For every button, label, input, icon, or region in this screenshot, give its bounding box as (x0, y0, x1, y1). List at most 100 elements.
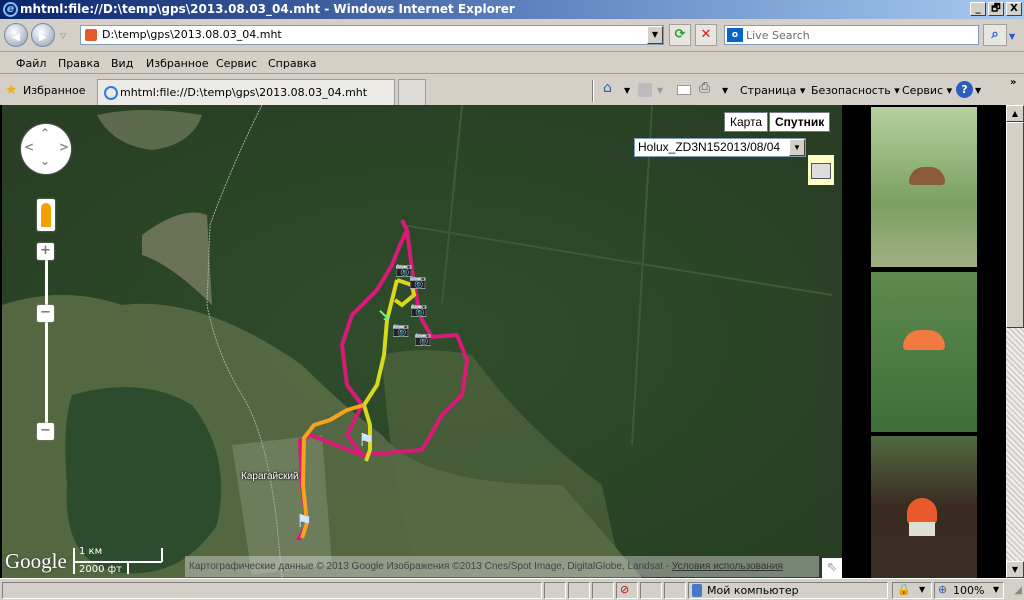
scroll-down-button[interactable]: ▼ (1006, 561, 1024, 578)
map-type-satellite-button[interactable]: Спутник (769, 112, 831, 132)
menu-edit[interactable]: Правка (58, 57, 100, 70)
photos-0[interactable] (871, 107, 977, 267)
protected-mode-dropdown[interactable]: ▼ (919, 585, 925, 594)
menu-help[interactable]: Справка (268, 57, 316, 70)
security-zone-pane[interactable]: Мой компьютер (688, 582, 888, 599)
scale-imperial: 2000 фт (79, 564, 123, 575)
terms-link[interactable]: Условия использования (672, 561, 783, 572)
feeds-dropdown[interactable]: ▼ (657, 86, 663, 95)
expand-arrow-icon: ⇖ (826, 560, 838, 575)
address-dropdown-button[interactable]: ▼ (647, 26, 663, 44)
scroll-up-button[interactable]: ▲ (1006, 105, 1024, 122)
computer-icon (692, 584, 702, 597)
pan-up-icon[interactable]: ⌃ (40, 126, 50, 140)
zoom-in-button[interactable]: + (37, 243, 54, 260)
status-pane (640, 582, 662, 599)
search-button[interactable]: ⌕ (983, 24, 1007, 46)
flag-marker-icon[interactable]: ⚑ (296, 511, 312, 532)
clapperboard-button[interactable] (808, 155, 834, 185)
window-title: mhtml:file://D:\temp\gps\2013.08.03_04.m… (20, 2, 515, 16)
history-dropdown[interactable]: ▽ (60, 31, 66, 40)
search-input[interactable]: Live Search (746, 29, 810, 42)
lock-icon: 🔒 (897, 583, 911, 596)
google-logo[interactable]: Google (5, 549, 67, 574)
tab-bar: ★ Избранное mhtml:file://D:\temp\gps\201… (0, 75, 1024, 105)
menu-favorites[interactable]: Избранное (146, 57, 208, 70)
menu-view[interactable]: Вид (111, 57, 133, 70)
help-icon[interactable]: ? (956, 81, 973, 98)
zoom-dropdown[interactable]: ▼ (993, 585, 999, 594)
back-button[interactable]: ◀ (4, 23, 28, 47)
safety-menu[interactable]: Безопасность ▾ (811, 84, 900, 97)
camera-marker-icon[interactable]: 📷 (410, 302, 427, 318)
google-map[interactable]: 📷 📷 📷 📷 📷 ↘ ⚑ ⚑ Карагайский ⌃ < > ⌄ + − … (2, 105, 842, 578)
forward-arrow-icon: ▶ (39, 32, 47, 43)
mushroom-cap (907, 498, 937, 524)
map-copyright: Картографические данные © 2013 Google Из… (185, 556, 819, 577)
privacy-blocked-icon: ⊘ (620, 583, 630, 596)
pan-down-icon[interactable]: ⌄ (40, 154, 50, 168)
pan-left-icon[interactable]: < (24, 140, 34, 154)
chevron-more-icon[interactable]: » (1010, 77, 1016, 88)
refresh-button[interactable]: ⟳ (669, 24, 691, 46)
home-icon[interactable]: ⌂ (603, 80, 612, 96)
search-box[interactable]: o Live Search (724, 25, 979, 45)
zoom-slider-handle[interactable]: − (37, 305, 54, 322)
forward-button[interactable]: ▶ (31, 23, 55, 47)
restore-button[interactable]: 🗗 (988, 2, 1004, 16)
address-bar[interactable]: D:\temp\gps\2013.08.03_04.mht ▼ (80, 25, 664, 45)
track-select[interactable]: Holux_ZD3N152013/08/04 ▼ (634, 138, 806, 157)
pan-control[interactable]: ⌃ < > ⌄ (21, 124, 71, 174)
home-dropdown[interactable]: ▼ (624, 86, 630, 95)
help-dropdown[interactable]: ▼ (975, 86, 981, 95)
overview-expand-button[interactable]: ⇖ (822, 558, 842, 578)
minimize-button[interactable]: _ (970, 2, 986, 16)
page-menu[interactable]: Страница ▾ (740, 84, 805, 97)
scale-metric: 1 км (79, 546, 103, 557)
favorites-button[interactable]: Избранное (23, 84, 85, 97)
ie-logo-icon: e (3, 2, 18, 17)
camera-marker-icon[interactable]: 📷 (414, 331, 431, 347)
copyright-text: Картографические данные © 2013 Google Из… (189, 561, 672, 572)
menu-tools[interactable]: Сервис (216, 57, 257, 70)
print-dropdown[interactable]: ▼ (722, 86, 728, 95)
flag-marker-icon[interactable]: ⚑ (358, 430, 374, 451)
new-tab-button[interactable] (398, 79, 426, 105)
track-select-value: Holux_ZD3N152013/08/04 (638, 140, 781, 154)
service-menu[interactable]: Сервис ▾ (902, 84, 952, 97)
pan-right-icon[interactable]: > (59, 140, 69, 154)
back-arrow-icon: ◀ (12, 32, 20, 43)
map-type-map-button[interactable]: Карта (724, 112, 769, 132)
menu-bar: Файл Правка Вид Избранное Сервис Справка (0, 52, 1024, 74)
camera-star-marker-icon[interactable]: 📷 (392, 322, 409, 338)
feeds-icon[interactable] (638, 83, 652, 97)
search-options-dropdown[interactable]: ▼ (1009, 32, 1015, 41)
camera-marker-icon[interactable]: 📷 (409, 274, 426, 290)
search-icon: ⌕ (991, 27, 999, 42)
print-icon[interactable]: ⎙ (699, 80, 710, 96)
protected-mode-pane[interactable]: 🔒 ▼ (892, 582, 932, 599)
zoom-out-button[interactable]: − (37, 423, 54, 440)
address-input[interactable]: D:\temp\gps\2013.08.03_04.mht (102, 28, 282, 41)
title-bar: e mhtml:file://D:\temp\gps\2013.08.03_04… (0, 0, 1024, 19)
photos-2[interactable] (871, 436, 977, 578)
mail-icon[interactable] (677, 85, 691, 95)
stop-button[interactable]: ✕ (695, 24, 717, 46)
menu-file[interactable]: Файл (16, 57, 46, 70)
photos-1[interactable] (871, 272, 977, 432)
vertical-scrollbar[interactable]: ▲ ▼ (1006, 105, 1024, 578)
tab-current[interactable]: mhtml:file://D:\temp\gps\2013.08.03_04.m… (97, 79, 395, 105)
close-button[interactable]: X (1006, 2, 1022, 16)
pegman-icon (41, 203, 51, 227)
zoom-slider-track[interactable] (45, 258, 48, 435)
street-view-pegman[interactable] (37, 199, 55, 231)
status-pane (592, 582, 614, 599)
status-pane (544, 582, 566, 599)
privacy-pane[interactable]: ⊘ (616, 582, 638, 599)
resize-grip-icon[interactable]: ◢ (1014, 585, 1022, 596)
zoom-pane[interactable]: ⊕ 100% ▼ (934, 582, 1004, 599)
track-select-dropdown[interactable]: ▼ (789, 139, 805, 156)
page-favicon (85, 29, 97, 41)
live-search-logo-icon: o (727, 28, 743, 42)
scroll-thumb[interactable] (1006, 122, 1024, 328)
